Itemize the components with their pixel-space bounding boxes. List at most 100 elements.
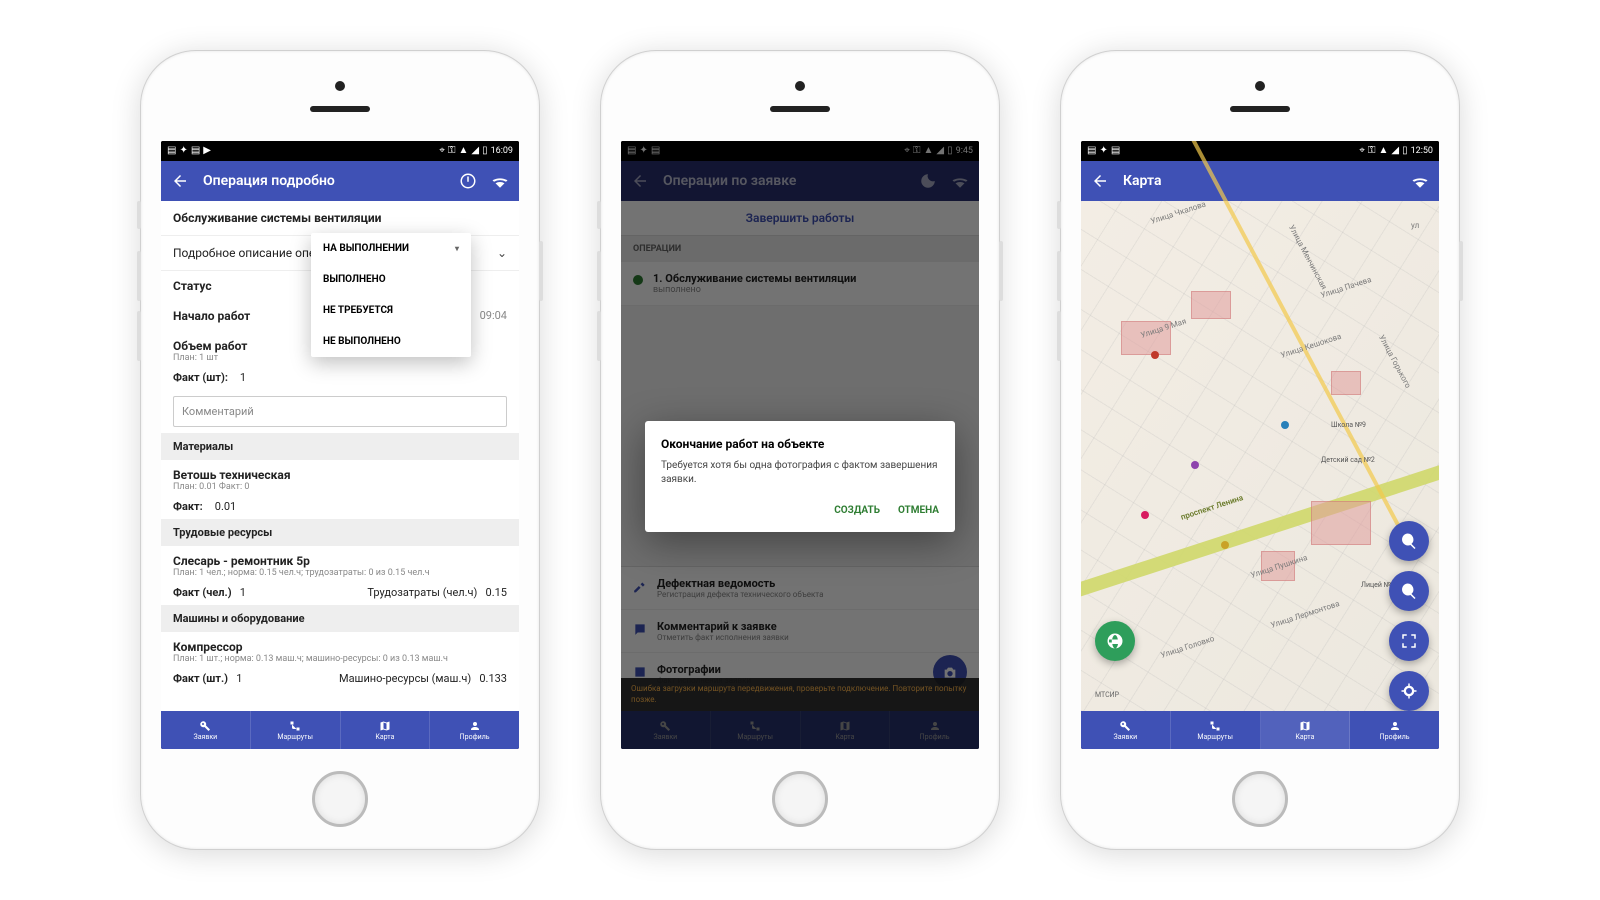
play-icon: ▶ — [203, 146, 211, 156]
labor-fact-label: Факт (чел.) — [173, 586, 232, 599]
clock: 12:50 — [1411, 146, 1433, 156]
notif-icon: ✦ — [1099, 146, 1107, 156]
map-icon — [379, 720, 391, 732]
toolbar-title: Карта — [1123, 173, 1397, 189]
dialog-cancel-button[interactable]: ОТМЕНА — [898, 505, 939, 516]
building-block — [1331, 371, 1361, 395]
equip-plan: План: 1 шт.; норма: 0.13 маш.ч; машино-р… — [173, 654, 507, 664]
sec-road — [1157, 141, 1405, 536]
vol-down — [597, 311, 601, 361]
mute-switch — [1057, 201, 1061, 229]
dropdown-caret-icon: ▾ — [455, 244, 459, 253]
mute-switch — [137, 201, 141, 229]
wifi-icon: ▲ — [1378, 146, 1388, 156]
globe-fab[interactable] — [1095, 621, 1135, 661]
bottom-nav: Заявки Маршруты Карта Профиль — [1081, 711, 1439, 749]
status-option-0[interactable]: НА ВЫПОЛНЕНИИ▾ — [311, 233, 471, 264]
notif-icon: ✦ — [179, 146, 187, 156]
wrench-icon — [1119, 720, 1131, 732]
android-status-bar: ▤✦▤ ⌖⚿▲◢▯12:50 — [1081, 141, 1439, 161]
poi-icon — [1191, 461, 1199, 469]
equip-res-label: Машино-ресурсы (маш.ч) — [339, 672, 471, 685]
wifi-icon: ▲ — [458, 146, 468, 156]
material-plan: План: 0.01 Факт: 0 — [173, 482, 507, 492]
street-label: Улица Менчинская — [1287, 223, 1329, 291]
home-button[interactable] — [772, 771, 828, 827]
poi-icon — [1151, 351, 1159, 359]
status-option-3[interactable]: НЕ ВЫПОЛНЕНО — [311, 326, 471, 357]
labor-effort-value[interactable]: 0.15 — [486, 586, 507, 599]
nav-tab-profile[interactable]: Профиль — [430, 711, 519, 749]
zoom-out-fab[interactable] — [1389, 571, 1429, 611]
nav-tab-map[interactable]: Карта — [341, 711, 431, 749]
labor-name: Слесарь - ремонтник 5р — [173, 554, 507, 568]
street-label: проспект Ленина — [1180, 493, 1245, 522]
gps-icon: ⌖ — [439, 146, 445, 156]
route-icon — [1209, 720, 1221, 732]
poi-icon — [1221, 541, 1229, 549]
signal-icon: ◢ — [471, 146, 479, 156]
volume-fact-label: Факт (шт): — [173, 371, 228, 384]
nav-tab-requests[interactable]: Заявки — [1081, 711, 1171, 749]
globe-icon — [1106, 632, 1124, 650]
power-btn — [999, 241, 1003, 301]
comment-input[interactable]: Комментарий — [173, 396, 507, 427]
fullscreen-fab[interactable] — [1389, 621, 1429, 661]
dialog-create-button[interactable]: СОЗДАТЬ — [834, 505, 880, 516]
labor-header: Трудовые ресурсы — [161, 519, 519, 546]
wifi-button[interactable] — [1411, 172, 1429, 190]
power-btn — [1459, 241, 1463, 301]
volume-fact-value[interactable]: 1 — [240, 371, 246, 384]
dialog-message: Требуется хотя бы одна фотография с факт… — [661, 459, 939, 487]
poi-label: Школа №9 — [1331, 421, 1366, 429]
nav-tab-routes[interactable]: Маршруты — [1171, 711, 1261, 749]
screen-3: ▤✦▤ ⌖⚿▲◢▯12:50 Карта Улица Чкалова — [1081, 141, 1439, 749]
nav-tab-map[interactable]: Карта — [1261, 711, 1351, 749]
labor-fact-value[interactable]: 1 — [240, 586, 246, 599]
poi-icon — [1141, 511, 1149, 519]
street-label: Улица Головко — [1160, 634, 1216, 660]
status-option-1[interactable]: ВЫПОЛНЕНО — [311, 264, 471, 295]
map-canvas[interactable]: Улица Чкалова Улица Менчинская Улица Пач… — [1081, 201, 1439, 711]
zoom-in-icon — [1400, 532, 1418, 550]
equip-fact-value[interactable]: 1 — [236, 672, 242, 685]
equip-res-value[interactable]: 0.133 — [479, 672, 507, 685]
equip-fact-label: Факт (шт.) — [173, 672, 228, 685]
status-label: Статус — [173, 279, 212, 293]
android-status-bar: ▤✦▤▶ ⌖⚿▲◢▯16:09 — [161, 141, 519, 161]
nav-tab-profile[interactable]: Профиль — [1350, 711, 1439, 749]
phone-mockup-2: ▤✦▤ ⌖⚿▲◢▯9:45 Операции по заявке Заверши… — [600, 50, 1000, 850]
screen-1: ▤✦▤▶ ⌖⚿▲◢▯16:09 Операция подробно Обслуж… — [161, 141, 519, 749]
home-button[interactable] — [312, 771, 368, 827]
timer-icon — [459, 172, 477, 190]
locate-fab[interactable] — [1389, 671, 1429, 711]
route-icon — [289, 720, 301, 732]
street-label: Улица Чкалова — [1150, 199, 1207, 225]
nav-tab-requests[interactable]: Заявки — [161, 711, 251, 749]
timer-button[interactable] — [459, 172, 477, 190]
notif-icon: ▤ — [1111, 146, 1120, 156]
zoom-in-fab[interactable] — [1389, 521, 1429, 561]
wrench-icon — [199, 720, 211, 732]
phone-mockup-3: ▤✦▤ ⌖⚿▲◢▯12:50 Карта Улица Чкалова — [1060, 50, 1460, 850]
dialog-title: Окончание работ на объекте — [661, 437, 939, 451]
poi-label: МТСИР — [1095, 691, 1119, 699]
back-button[interactable] — [1091, 172, 1109, 190]
material-name: Ветошь техническая — [173, 468, 507, 482]
expand-icon — [1400, 632, 1418, 650]
arrow-left-icon — [1091, 172, 1109, 190]
street-label: Улица Горького — [1377, 333, 1413, 389]
battery-icon: ▯ — [482, 146, 488, 156]
clock: 16:09 — [491, 146, 513, 156]
status-option-2[interactable]: НЕ ТРЕБУЕТСЯ — [311, 295, 471, 326]
back-button[interactable] — [171, 172, 189, 190]
vol-down — [1057, 311, 1061, 361]
status-dropdown[interactable]: НА ВЫПОЛНЕНИИ▾ ВЫПОЛНЕНО НЕ ТРЕБУЕТСЯ НЕ… — [311, 233, 471, 357]
home-button[interactable] — [1232, 771, 1288, 827]
nav-tab-routes[interactable]: Маршруты — [251, 711, 341, 749]
material-fact-value[interactable]: 0.01 — [215, 500, 236, 513]
vol-down — [137, 311, 141, 361]
wifi-button[interactable] — [491, 172, 509, 190]
person-icon — [1389, 720, 1401, 732]
street-label: Улица Лермонтова — [1270, 599, 1341, 630]
